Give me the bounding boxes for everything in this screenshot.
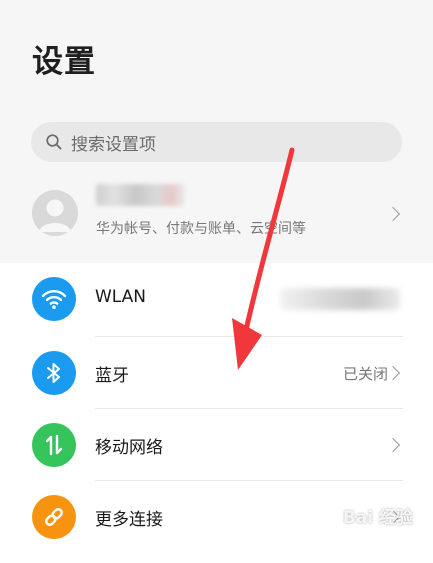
chevron-right-icon	[385, 437, 401, 453]
bluetooth-icon	[32, 351, 76, 395]
settings-item-mobile-network[interactable]: 移动网络	[0, 409, 433, 481]
settings-item-label: 蓝牙	[95, 366, 129, 386]
wifi-icon	[32, 277, 76, 321]
bluetooth-status: 已关闭	[342, 365, 388, 383]
account-entry[interactable]: 华为帐号、付款与账单、云空间等	[0, 178, 433, 252]
account-subtitle: 华为帐号、付款与账单、云空间等	[96, 221, 306, 237]
watermark: Bai 经验	[342, 508, 413, 528]
search-icon	[46, 134, 62, 150]
settings-item-wlan[interactable]: WLAN	[0, 263, 433, 335]
search-placeholder: 搜索设置项	[71, 134, 156, 155]
mobile-data-icon	[32, 423, 76, 467]
search-bar[interactable]: 搜索设置项	[31, 122, 402, 162]
chevron-right-icon	[385, 206, 401, 222]
settings-item-bluetooth[interactable]: 蓝牙 已关闭	[0, 337, 433, 409]
chevron-right-icon	[385, 365, 401, 381]
user-icon	[39, 199, 71, 232]
account-name-redacted	[96, 184, 184, 206]
settings-item-label: 更多连接	[95, 510, 163, 530]
settings-item-label: 移动网络	[95, 438, 163, 458]
avatar	[32, 190, 78, 236]
page-title: 设置	[32, 44, 96, 80]
settings-item-label: WLAN	[95, 287, 147, 307]
link-icon	[32, 495, 76, 539]
wifi-network-name-redacted	[280, 288, 400, 310]
